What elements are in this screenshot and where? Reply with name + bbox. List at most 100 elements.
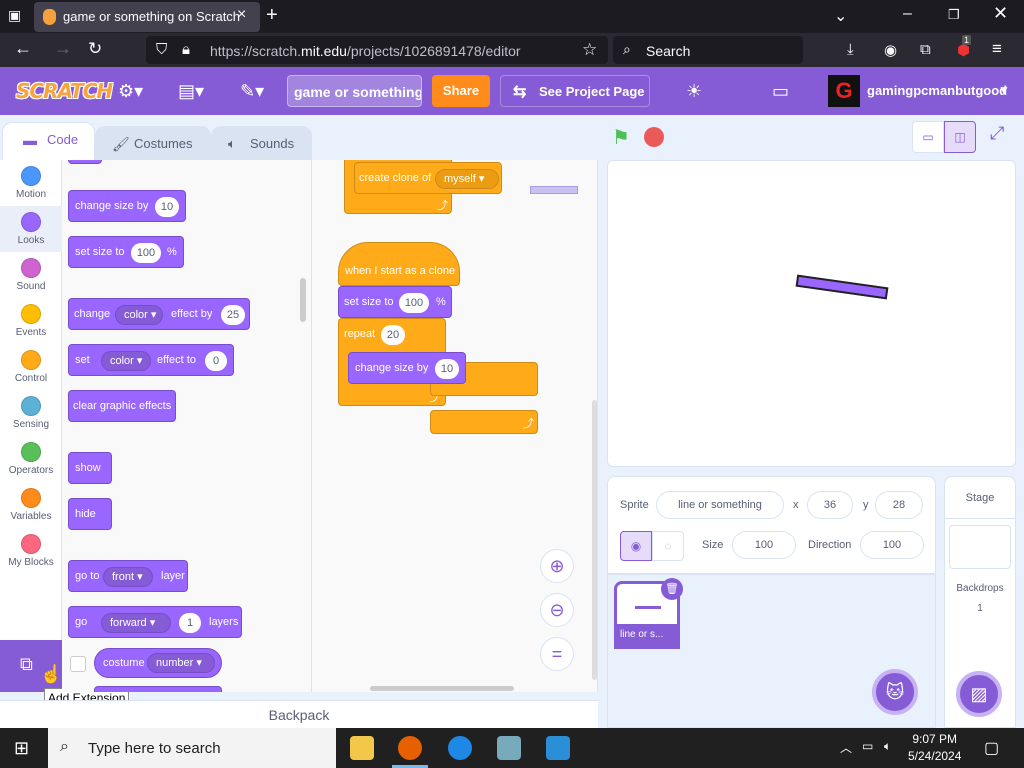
size-input[interactable]: 10 <box>155 197 179 217</box>
script-horizontal-scrollbar[interactable] <box>370 686 514 691</box>
green-flag-icon[interactable]: ⚑ <box>612 125 630 150</box>
share-button[interactable]: Share <box>432 75 490 107</box>
file-explorer-icon[interactable] <box>350 736 374 760</box>
stop-icon[interactable] <box>644 127 664 147</box>
windows-start-icon[interactable]: ⊞ <box>14 738 29 759</box>
effect-input[interactable]: 0 <box>205 351 227 371</box>
show-hidden-icons-icon[interactable]: ︿ <box>840 739 852 756</box>
edit-pencil-icon[interactable]: ✎▾ <box>240 81 264 102</box>
avatar[interactable]: G <box>828 75 860 107</box>
palette-go-forward-layers[interactable]: go forward ▾ 1 layers <box>68 606 242 638</box>
stage-backdrop-thumbnail[interactable] <box>949 525 1011 569</box>
costume-number-checkbox[interactable] <box>70 656 86 672</box>
category-my-blocks[interactable]: My Blocks <box>0 534 62 568</box>
paint-icon[interactable] <box>497 736 521 760</box>
category-operators[interactable]: Operators <box>0 442 62 476</box>
choose-sprite-button[interactable]: 🐱︎ <box>872 669 918 715</box>
category-motion[interactable]: Motion <box>0 166 62 200</box>
script-when-i-start-as-clone[interactable]: when I start as a clone <box>338 242 460 286</box>
see-project-page-button[interactable]: ⇆ See Project Page <box>500 75 650 107</box>
zoom-out-button[interactable]: ⊖ <box>540 593 574 627</box>
account-chevron-down-icon[interactable]: ▼ <box>998 83 1010 97</box>
clone-target-dropdown[interactable]: myself ▾ <box>435 169 499 189</box>
close-window-icon[interactable]: ✕ <box>993 3 1008 24</box>
palette-clear-graphic-effects[interactable]: clear graphic effects <box>68 390 176 422</box>
line-sprite[interactable] <box>795 274 889 300</box>
shield-icon[interactable]: ⛉ <box>156 41 167 58</box>
tab-list-icon[interactable]: ▣ <box>8 7 21 24</box>
script-set-size-to[interactable]: set size to 100 % <box>338 286 452 318</box>
category-variables[interactable]: Variables <box>0 488 62 522</box>
network-icon[interactable]: ▭ <box>862 739 873 753</box>
category-looks[interactable]: Looks <box>0 206 62 252</box>
chrome-icon[interactable] <box>448 736 472 760</box>
palette-block-partial[interactable] <box>94 686 222 692</box>
delete-sprite-trash-icon[interactable]: 🗑︎ <box>661 578 683 600</box>
category-sound[interactable]: Sound <box>0 258 62 292</box>
menu-icon[interactable]: ≡ <box>992 39 1002 59</box>
taskbar-search[interactable]: ⌕ Type here to search <box>48 728 336 768</box>
bookmark-star-icon[interactable]: ☆ <box>582 40 597 60</box>
effect-dropdown[interactable]: color ▾ <box>101 351 151 371</box>
reload-icon[interactable]: ↻ <box>88 39 102 59</box>
size-input[interactable]: 100 <box>399 293 429 313</box>
project-title-input[interactable]: game or something <box>287 75 422 107</box>
layers-input[interactable]: 1 <box>179 613 201 633</box>
new-tab-icon[interactable]: + <box>266 4 278 27</box>
my-stuff-folder-icon[interactable]: ▭ <box>772 81 789 102</box>
layer-dropdown[interactable]: front ▾ <box>103 567 153 587</box>
downloads-icon[interactable]: ⤓ <box>847 41 854 58</box>
file-menu-icon[interactable]: ▤▾ <box>178 81 204 102</box>
hide-sprite-eye-icon[interactable]: ◌ <box>652 531 684 561</box>
palette-hide[interactable]: hide <box>68 498 112 530</box>
category-sensing[interactable]: Sensing <box>0 396 62 430</box>
large-stage-icon[interactable]: ◫ <box>944 121 976 153</box>
size-input[interactable]: 10 <box>435 359 459 379</box>
zoom-in-button[interactable]: ⊕ <box>540 549 574 583</box>
restore-icon[interactable]: ❐ <box>948 7 960 23</box>
forward-icon[interactable]: → <box>54 38 72 59</box>
script-change-size-by[interactable]: change size by 10 <box>348 352 466 384</box>
category-control[interactable]: Control <box>0 350 62 384</box>
script-create-clone-of[interactable]: create clone of myself ▾ <box>354 162 502 194</box>
minimize-icon[interactable]: – <box>903 5 912 23</box>
palette-set-effect-to[interactable]: set color ▾ effect to 0 <box>68 344 234 376</box>
system-clock[interactable]: 9:07 PM 5/24/2024 <box>908 731 961 765</box>
direction-dropdown[interactable]: forward ▾ <box>101 613 171 633</box>
size-input[interactable]: 100 <box>131 243 161 263</box>
palette-block-partial[interactable] <box>68 160 102 164</box>
choose-backdrop-button[interactable]: ▨ <box>956 671 1002 717</box>
url-bar[interactable]: ⛉ 🔒︎ https://scratch.mit.edu/projects/10… <box>146 36 608 64</box>
add-extension-button[interactable]: ⧉ ☝ <box>0 640 62 692</box>
sprite-name-input[interactable]: line or something <box>656 491 784 519</box>
tab-sounds[interactable]: 🔈︎ Sounds <box>211 126 312 160</box>
fullscreen-icon[interactable]: ⤢ <box>990 123 1004 144</box>
stage-canvas[interactable] <box>607 160 1016 467</box>
repeat-input[interactable]: 20 <box>381 325 405 345</box>
costume-dropdown[interactable]: number ▾ <box>147 653 215 673</box>
browser-tab[interactable]: game or something on Scratch × <box>34 2 260 32</box>
zoom-reset-button[interactable]: = <box>540 637 574 671</box>
palette-change-effect-by[interactable]: change color ▾ effect by 25 <box>68 298 250 330</box>
size-input[interactable]: 100 <box>732 531 796 559</box>
notifications-icon[interactable]: ▢ <box>984 738 999 758</box>
calculator-icon[interactable] <box>546 736 570 760</box>
firefox-icon[interactable] <box>398 736 422 760</box>
volume-icon[interactable]: 🔈︎ <box>884 739 891 754</box>
effect-dropdown[interactable]: color ▾ <box>115 305 163 325</box>
small-stage-icon[interactable]: ▭ <box>912 121 944 153</box>
category-events[interactable]: Events <box>0 304 62 338</box>
stray-block-fragment[interactable] <box>530 186 578 194</box>
lock-icon[interactable]: 🔒︎ <box>182 41 190 58</box>
palette-set-size-to[interactable]: set size to 100 % <box>68 236 184 268</box>
effect-input[interactable]: 25 <box>221 305 245 325</box>
tab-costumes[interactable]: 🖌︎ Costumes <box>95 126 211 160</box>
direction-input[interactable]: 100 <box>860 531 924 559</box>
back-icon[interactable]: ← <box>14 38 32 59</box>
script-vertical-scrollbar[interactable] <box>592 400 597 680</box>
extensions-icon[interactable]: ⧉ <box>920 41 931 58</box>
y-input[interactable]: 28 <box>875 491 923 519</box>
browser-search-bar[interactable]: ⌕ Search <box>613 36 803 64</box>
palette-costume-number-reporter[interactable]: costume number ▾ <box>94 648 222 678</box>
stage-target-panel[interactable]: Stage Backdrops 1 ▨ <box>944 476 1016 728</box>
